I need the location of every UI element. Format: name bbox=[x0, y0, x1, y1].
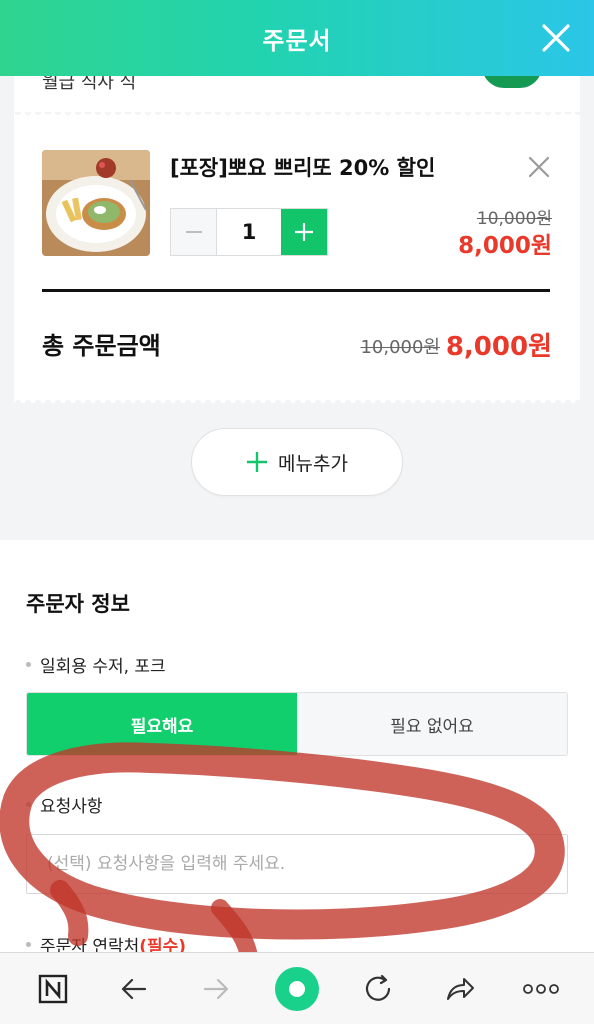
utensils-field-label: 일회용 수저, 포크 bbox=[26, 652, 166, 677]
home-dot-icon[interactable] bbox=[269, 961, 325, 1017]
food-photo bbox=[42, 150, 150, 256]
section-title: 주문자 정보 bbox=[26, 592, 130, 616]
request-label: 요청사항 bbox=[40, 797, 103, 817]
page-title: 주문서 bbox=[262, 26, 332, 55]
utensils-toggle: 필요해요 필요 없어요 bbox=[26, 692, 568, 756]
quantity-value: 1 bbox=[241, 220, 257, 244]
order-card: [포장]뽀요 쁘리또 20% 할인 1 10,000원 8,000원 총 주문금… bbox=[14, 118, 580, 398]
browser-toolbar bbox=[0, 952, 594, 1024]
naver-n-icon[interactable] bbox=[25, 961, 81, 1017]
utensils-label: 일회용 수저, 포크 bbox=[40, 657, 166, 677]
close-icon[interactable] bbox=[538, 20, 574, 56]
peek-text: 월급 식사 식 bbox=[42, 76, 137, 93]
header-bar: 주문서 bbox=[0, 0, 594, 76]
card-zigzag-bottom bbox=[14, 395, 580, 403]
refresh-icon[interactable] bbox=[350, 961, 406, 1017]
share-icon[interactable] bbox=[432, 961, 488, 1017]
item-name: [포장]뽀요 쁘리또 20% 할인 bbox=[170, 156, 436, 180]
remove-item-close-icon[interactable] bbox=[526, 154, 552, 180]
quantity-stepper: 1 bbox=[170, 208, 328, 256]
bullet-icon bbox=[26, 802, 31, 807]
decrease-quantity-button[interactable] bbox=[171, 209, 217, 255]
total-label: 총 주문금액 bbox=[42, 332, 161, 360]
forward-arrow-icon[interactable] bbox=[188, 961, 244, 1017]
plus-icon bbox=[295, 223, 313, 241]
request-field-label: 요청사항 bbox=[26, 792, 103, 817]
bullet-icon bbox=[26, 942, 31, 947]
item-sale-price: 8,000원 bbox=[458, 233, 552, 259]
add-menu-label: 메뉴추가 bbox=[278, 452, 348, 475]
need-utensils-option[interactable]: 필요해요 bbox=[27, 693, 297, 755]
total-sale-price: 8,000원 bbox=[445, 332, 552, 362]
total-original-price: 10,000원 bbox=[360, 337, 440, 358]
green-graphic bbox=[482, 76, 542, 88]
more-icon[interactable] bbox=[513, 961, 569, 1017]
plus-icon bbox=[247, 452, 268, 472]
request-input[interactable] bbox=[26, 834, 568, 894]
no-utensils-option[interactable]: 필요 없어요 bbox=[297, 693, 567, 755]
increase-quantity-button[interactable] bbox=[281, 209, 327, 255]
minus-icon bbox=[185, 231, 202, 233]
back-arrow-icon[interactable] bbox=[106, 961, 162, 1017]
bullet-icon bbox=[26, 662, 31, 667]
divider bbox=[42, 289, 550, 292]
orderer-info-section: 주문자 정보 일회용 수저, 포크 필요해요 필요 없어요 요청사항 주문자 연… bbox=[0, 540, 594, 957]
add-menu-button[interactable]: 메뉴추가 bbox=[191, 428, 403, 496]
